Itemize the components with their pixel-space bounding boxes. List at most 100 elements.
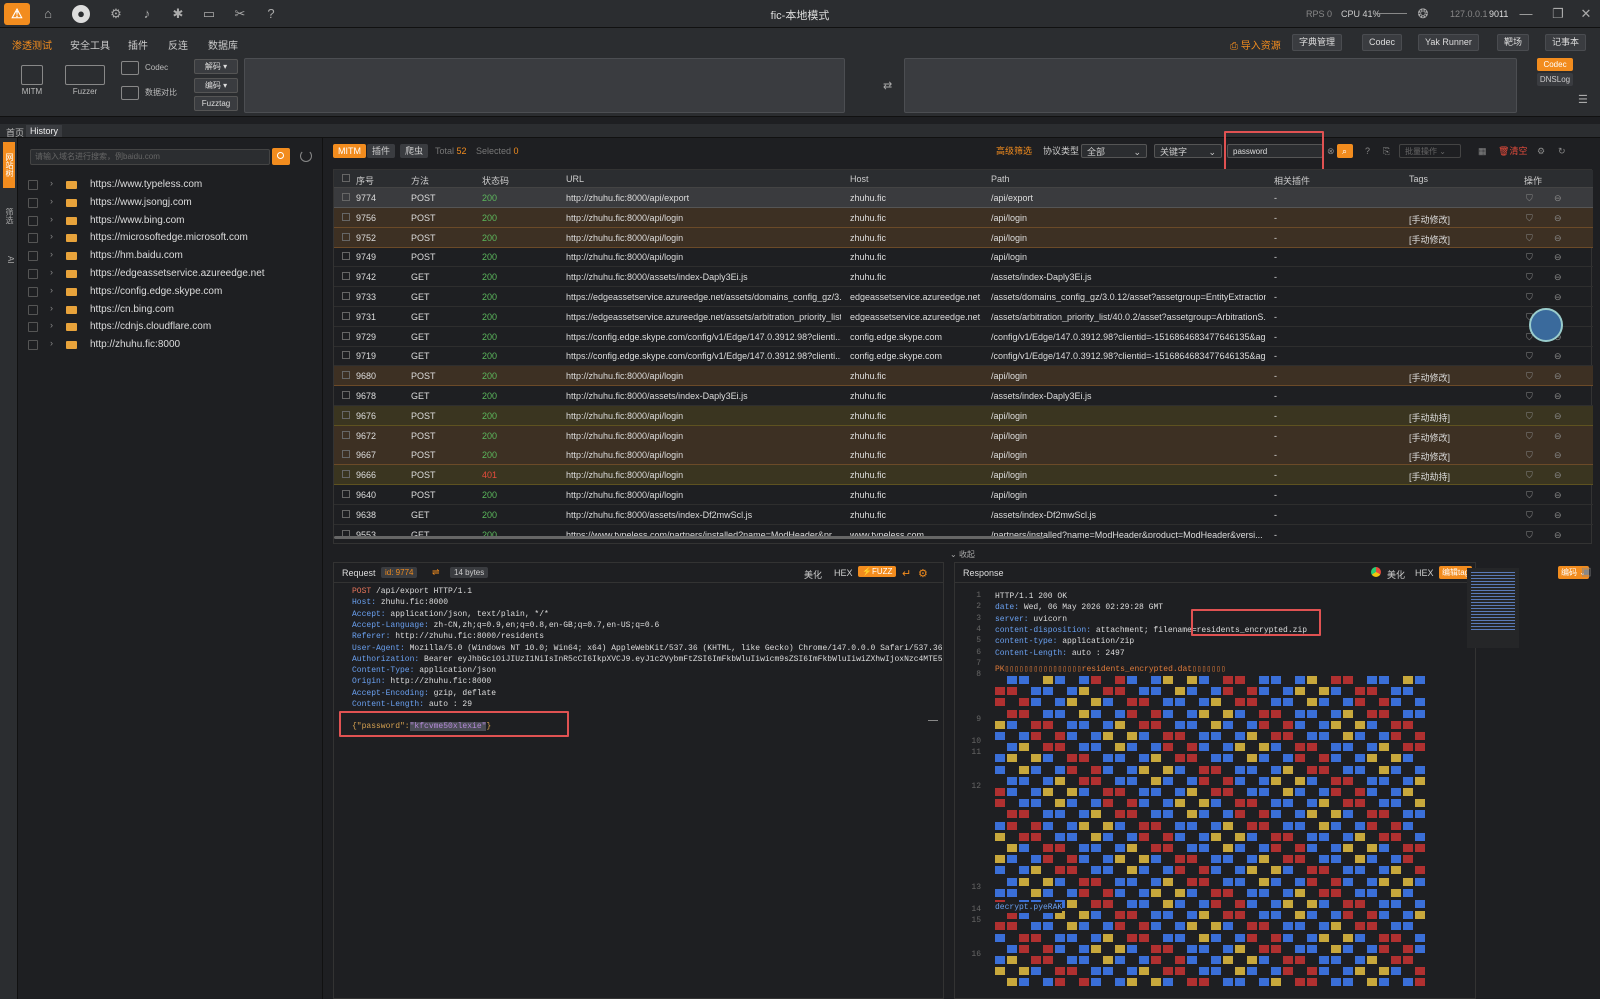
row-goto-icon[interactable]: ⊖	[1554, 470, 1562, 481]
import-resource-button[interactable]: ⎙ 导入资源	[1230, 37, 1281, 52]
row-checkbox[interactable]	[342, 232, 350, 241]
site-checkbox[interactable]	[28, 322, 38, 333]
strip-ai[interactable]: AI	[3, 248, 15, 272]
table-row[interactable]: 9731 GET 200 https://edgeassetservice.azure…	[334, 307, 1593, 327]
col-host[interactable]: Host	[850, 174, 869, 184]
row-shield-icon[interactable]: ⛉	[1526, 510, 1533, 521]
row-goto-icon[interactable]: ⊖	[1554, 252, 1562, 263]
codec-header-button[interactable]: Codec	[1362, 34, 1403, 51]
collapse-ribbon-icon[interactable]: ☰	[1578, 93, 1588, 106]
range-button[interactable]: 靶场	[1497, 34, 1530, 51]
table-row[interactable]: 9749 POST 200 http://zhuhu.fic:8000/api/log…	[334, 247, 1593, 268]
table-row[interactable]: 9752 POST 200 http://zhuhu.fic:8000/api/log…	[334, 227, 1593, 248]
batch-operation-dropdown[interactable]: 批量操作 ⌄	[1399, 144, 1461, 158]
row-goto-icon[interactable]: ⊖	[1554, 193, 1562, 204]
row-checkbox[interactable]	[342, 430, 350, 439]
row-checkbox[interactable]	[342, 391, 350, 399]
col-method[interactable]: 方法	[411, 174, 429, 187]
app-logo-icon[interactable]: ⚠	[4, 3, 30, 25]
chevron-right-icon[interactable]: ›	[50, 196, 53, 206]
site-checkbox[interactable]	[28, 304, 38, 315]
row-checkbox[interactable]	[342, 490, 350, 498]
chevron-right-icon[interactable]: ›	[50, 249, 53, 259]
row-shield-icon[interactable]: ⛉	[1526, 272, 1533, 283]
site-tree-item[interactable]: › http://zhuhu.fic:8000	[28, 336, 318, 354]
site-checkbox[interactable]	[28, 215, 38, 226]
crawler-filter-tab[interactable]: 爬虫	[400, 144, 429, 158]
compare-tool[interactable]: 数据对比	[121, 86, 187, 100]
row-checkbox[interactable]	[342, 292, 350, 300]
codec-mode-button[interactable]: Codec	[1537, 58, 1573, 71]
row-goto-icon[interactable]: ⊖	[1554, 233, 1562, 244]
bell-icon[interactable]: ♪	[138, 5, 156, 23]
col-plugin[interactable]: 相关插件	[1274, 174, 1310, 187]
site-search-button[interactable]	[272, 148, 290, 165]
splitter-handle[interactable]	[928, 720, 938, 721]
col-path[interactable]: Path	[991, 174, 1010, 184]
row-checkbox[interactable]	[342, 311, 350, 320]
minimize-icon[interactable]: —	[1517, 5, 1535, 23]
encode-dropdown[interactable]: 编码 ▾	[194, 78, 238, 93]
copy-icon[interactable]: ⎘	[1378, 144, 1395, 158]
refresh-icon[interactable]	[300, 150, 312, 162]
user-avatar-icon[interactable]: ●	[72, 5, 90, 23]
menu-database[interactable]: 数据库	[208, 37, 238, 52]
codec-output-area[interactable]	[904, 58, 1517, 113]
response-hex-button[interactable]: HEX	[1415, 568, 1434, 578]
yak-runner-button[interactable]: Yak Runner	[1418, 34, 1479, 51]
table-row[interactable]: 9667 POST 200 http://zhuhu.fic:8000/api/log…	[334, 445, 1593, 466]
table-row[interactable]: 9678 GET 200 http://zhuhu.fic:8000/assets/i…	[334, 386, 1593, 406]
plugin-filter-tab[interactable]: 插件	[367, 144, 396, 158]
header-checkbox[interactable]	[342, 174, 350, 184]
chevron-right-icon[interactable]: ›	[50, 303, 53, 313]
row-goto-icon[interactable]: ⊖	[1554, 351, 1562, 362]
site-checkbox[interactable]	[28, 286, 38, 297]
chevron-right-icon[interactable]: ›	[50, 231, 53, 241]
restore-icon[interactable]: ❐	[1549, 5, 1567, 23]
table-row[interactable]: 9640 POST 200 http://zhuhu.fic:8000/api/log…	[334, 485, 1593, 505]
row-shield-icon[interactable]: ⛉	[1526, 450, 1533, 461]
tab-history[interactable]: History	[26, 125, 63, 137]
site-tree-item[interactable]: › https://hm.baidu.com	[28, 247, 318, 265]
row-shield-icon[interactable]: ⛉	[1526, 193, 1533, 204]
row-shield-icon[interactable]: ⛉	[1526, 252, 1533, 263]
row-goto-icon[interactable]: ⊖	[1554, 510, 1562, 521]
switch-icon[interactable]: ⇌	[432, 567, 440, 578]
table-row[interactable]: 9680 POST 200 http://zhuhu.fic:8000/api/log…	[334, 366, 1593, 387]
site-tree-item[interactable]: › https://www.typeless.com	[28, 176, 318, 194]
fuzz-button[interactable]: ⚡FUZZ	[858, 566, 897, 577]
gear-icon[interactable]: ⚙	[107, 5, 125, 23]
table-row[interactable]: 9729 GET 200 https://config.edge.skype.com/…	[334, 327, 1593, 347]
swap-icon[interactable]: ⇄	[883, 79, 892, 92]
row-checkbox[interactable]	[342, 252, 350, 261]
close-icon[interactable]: ✕	[1577, 5, 1595, 23]
dnslog-mode-button[interactable]: DNSLog	[1537, 73, 1573, 86]
table-row[interactable]: 9774 POST 200 http://zhuhu.fic:8000/api/exp…	[334, 188, 1593, 208]
mitm-tool[interactable]: MITM	[14, 65, 50, 96]
ai-assistant-floating-icon[interactable]	[1529, 308, 1563, 342]
site-tree-item[interactable]: › https://www.bing.com	[28, 212, 318, 230]
hex-button[interactable]: HEX	[834, 568, 853, 578]
bug-icon[interactable]: ✱	[169, 5, 187, 23]
notebook-button[interactable]: 记事本	[1545, 34, 1587, 51]
tools-icon[interactable]: ✂	[231, 5, 249, 23]
help-icon[interactable]: ?	[1360, 144, 1375, 158]
keyword-type-select[interactable]: 关键字 ⌄	[1154, 144, 1222, 158]
row-shield-icon[interactable]: ⛉	[1526, 431, 1533, 442]
row-goto-icon[interactable]: ⊖	[1554, 530, 1562, 538]
site-search-input[interactable]: 请输入域名进行搜索，例baidu.com	[30, 149, 270, 165]
row-goto-icon[interactable]: ⊖	[1554, 371, 1562, 382]
chevron-right-icon[interactable]: ›	[50, 338, 53, 348]
response-beautify-button[interactable]: 美化	[1387, 568, 1405, 581]
site-checkbox[interactable]	[28, 269, 38, 279]
settings-icon[interactable]: ⚙	[1532, 144, 1550, 158]
row-shield-icon[interactable]: ⛉	[1526, 351, 1533, 362]
columns-icon[interactable]: ▦	[1473, 144, 1492, 158]
advanced-filter-link[interactable]: 高级筛选	[991, 144, 1037, 158]
row-shield-icon[interactable]: ⛉	[1526, 470, 1533, 481]
table-row[interactable]: 9719 GET 200 https://config.edge.skype.com/…	[334, 346, 1593, 367]
response-minimap[interactable]	[1467, 568, 1519, 648]
layout-toggle-icon[interactable]: ▣	[1581, 565, 1591, 578]
table-row[interactable]: 9672 POST 200 http://zhuhu.fic:8000/api/log…	[334, 425, 1593, 446]
protocol-type-select[interactable]: 全部 ⌄	[1081, 144, 1147, 158]
